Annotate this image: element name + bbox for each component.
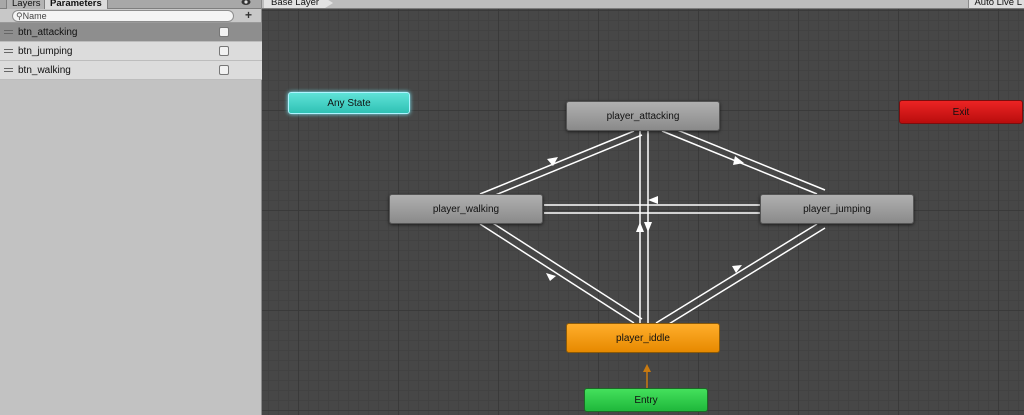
state-player-attacking[interactable]: player_attacking	[566, 101, 720, 131]
tab-parameters[interactable]: Parameters	[44, 0, 108, 9]
arrowhead	[547, 157, 558, 166]
transition-walking-to-attacking	[479, 130, 635, 195]
search-icon: ⚲	[16, 11, 23, 21]
parameter-list: btn_attacking btn_jumping btn_walking	[0, 23, 262, 80]
animator-graph[interactable]: Base Layer Auto Live L Any State Exit pl…	[262, 0, 1024, 415]
transition-jumping-to-idle	[663, 227, 826, 328]
transition-jumping-to-attacking	[669, 126, 826, 191]
panel-tab-bar: Layers Parameters	[0, 0, 261, 9]
parameter-checkbox[interactable]	[219, 65, 229, 75]
drag-handle-icon[interactable]	[4, 49, 13, 53]
drag-handle-icon[interactable]	[4, 30, 13, 34]
parameter-name[interactable]: btn_walking	[18, 61, 71, 80]
parameter-row-btn-attacking[interactable]: btn_attacking	[0, 23, 262, 42]
add-parameter-button[interactable]: +	[245, 8, 252, 22]
state-player-iddle[interactable]: player_iddle	[566, 323, 720, 353]
parameter-checkbox[interactable]	[219, 46, 229, 56]
parameter-row-btn-jumping[interactable]: btn_jumping	[0, 42, 262, 61]
eye-icon[interactable]	[241, 0, 251, 7]
arrowhead	[644, 222, 652, 232]
parameter-checkbox[interactable]	[219, 27, 229, 37]
arrowhead	[636, 222, 644, 232]
drag-handle-icon[interactable]	[4, 68, 13, 72]
state-player-walking[interactable]: player_walking	[389, 194, 543, 224]
search-placeholder: Name	[22, 11, 47, 21]
search-row: ⚲Name +	[0, 8, 261, 23]
parameter-row-btn-walking[interactable]: btn_walking	[0, 61, 262, 80]
search-input[interactable]: ⚲Name	[12, 10, 234, 22]
arrowhead	[546, 273, 556, 281]
tab-layers[interactable]: Layers	[6, 0, 47, 9]
transition-idle-to-jumping	[655, 223, 818, 324]
arrowhead	[643, 364, 651, 372]
parameter-name[interactable]: btn_attacking	[18, 23, 78, 42]
arrowhead	[648, 196, 658, 204]
state-exit[interactable]: Exit	[899, 100, 1023, 124]
transition-idle-to-walking	[487, 219, 643, 320]
state-entry[interactable]: Entry	[584, 388, 708, 412]
parameter-name[interactable]: btn_jumping	[18, 42, 72, 61]
transition-attacking-to-walking	[487, 134, 643, 199]
parameters-panel: Layers Parameters ⚲Name + btn_attacking …	[0, 0, 262, 415]
transition-walking-to-idle	[479, 223, 635, 324]
state-player-jumping[interactable]: player_jumping	[760, 194, 914, 224]
state-any-state[interactable]: Any State	[288, 92, 410, 114]
